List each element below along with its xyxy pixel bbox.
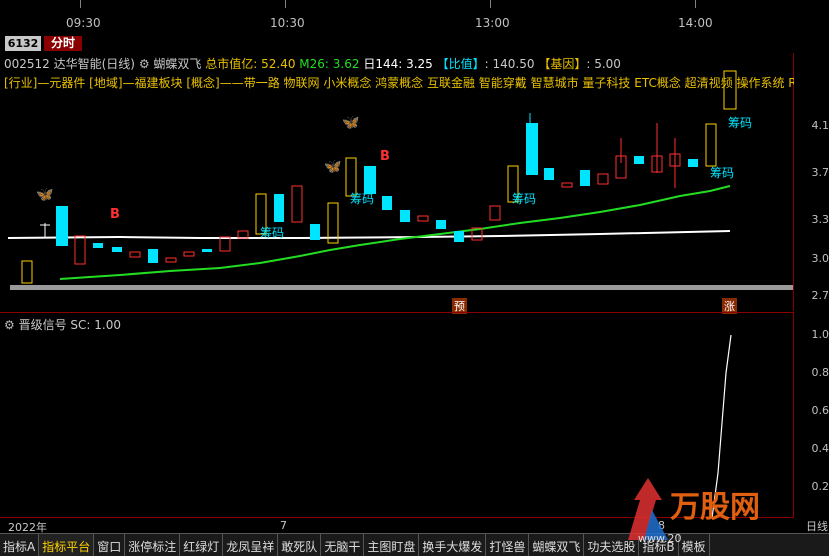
butterfly-icon: 🦋 <box>324 159 342 175</box>
ma144-line <box>8 231 730 238</box>
candle-down <box>544 168 554 180</box>
candle-up <box>75 236 85 264</box>
buy-signal: B <box>110 207 120 222</box>
tab-turnover[interactable]: 换手大爆发 <box>419 534 486 556</box>
stock-code-tag[interactable]: 6132 <box>5 36 41 51</box>
candle-down <box>202 249 212 252</box>
candle-down <box>112 247 122 252</box>
candle-up <box>166 258 176 262</box>
tab-butterfly[interactable]: 蝴蝶双飞 <box>529 534 584 556</box>
candle-down <box>454 231 464 242</box>
watermark-url: www.20 <box>638 532 681 545</box>
chip-label: 筹码 <box>728 114 752 131</box>
candle-down <box>526 123 538 175</box>
candle-up <box>418 216 428 221</box>
price-tick: 3.3 <box>812 213 829 226</box>
candle-up <box>184 252 194 256</box>
tab-dare-squad[interactable]: 敢死队 <box>278 534 321 556</box>
chip-label: 筹码 <box>260 224 284 241</box>
tab-limit-up[interactable]: 涨停标注 <box>125 534 180 556</box>
tab-indicator-a[interactable]: 指标A <box>0 534 39 556</box>
butterfly-icon: 🦋 <box>342 115 360 131</box>
price-tick: 4.1 <box>812 119 829 132</box>
chip-label: 筹码 <box>512 190 536 207</box>
candle-up <box>562 183 572 187</box>
candle-up <box>238 231 248 238</box>
candle-up <box>220 237 230 251</box>
candle-down <box>148 249 158 263</box>
candle-up <box>130 252 140 257</box>
candle-up <box>490 206 500 220</box>
time-tick <box>285 0 286 8</box>
candle-down <box>93 243 103 248</box>
candle-down <box>436 220 446 229</box>
time-label-1300: 13:00 <box>475 16 510 30</box>
time-label-1030: 10:30 <box>270 16 305 30</box>
kline-svg: 🦋 🦋 🦋 <box>0 53 793 311</box>
time-label-1400: 14:00 <box>678 16 713 30</box>
tab-dragon-phoenix[interactable]: 龙凤呈祥 <box>223 534 278 556</box>
tab-indicator-platform[interactable]: 指标平台 <box>39 534 94 556</box>
candle-down <box>400 210 410 222</box>
main-kline-chart[interactable]: 002512 达华智能(日线) ⚙ 蝴蝶双飞 总市值亿: 52.40 M26: … <box>0 53 794 311</box>
sub-tick: 0.4 <box>812 442 829 455</box>
volume-base-band <box>10 285 793 290</box>
tab-main-watch[interactable]: 主图盯盘 <box>364 534 419 556</box>
tab-monster[interactable]: 打怪兽 <box>486 534 529 556</box>
time-tick <box>695 0 696 8</box>
candle-down <box>634 156 644 164</box>
tab-traffic-light[interactable]: 红绿灯 <box>180 534 223 556</box>
price-tick: 3.7 <box>812 166 829 179</box>
price-axis: 4.1 3.7 3.3 3.0 2.7 <box>794 53 829 311</box>
candles <box>22 71 736 283</box>
watermark-brand: 万股网 <box>670 482 760 526</box>
candle-up <box>598 174 608 184</box>
sub-tick: 1.0 <box>812 328 829 341</box>
chip-label: 筹码 <box>710 164 734 181</box>
candle-down <box>310 224 320 240</box>
candle-down <box>56 206 68 246</box>
candle-up <box>706 124 716 166</box>
candle-down <box>580 170 590 186</box>
time-label-0930: 09:30 <box>66 16 101 30</box>
candle-down <box>274 194 284 222</box>
candle-up <box>724 71 736 109</box>
tab-no-brain[interactable]: 无脑干 <box>321 534 364 556</box>
candle-down <box>382 196 392 210</box>
butterfly-icon: 🦋 <box>36 187 54 203</box>
date-month-7: 7 <box>280 519 287 532</box>
time-axis: 09:30 10:30 13:00 14:00 <box>0 0 829 32</box>
watermark-logo: 万股网 www.20 <box>608 470 828 550</box>
time-tick <box>490 0 491 8</box>
price-tick: 2.7 <box>812 289 829 302</box>
sub-tick: 0.6 <box>812 404 829 417</box>
price-tick: 3.0 <box>812 252 829 265</box>
candle-up <box>22 261 32 283</box>
intraday-tab[interactable]: 分时 <box>44 36 82 51</box>
sub-tick: 0.8 <box>812 366 829 379</box>
time-tick <box>80 0 81 8</box>
candle-down <box>688 159 698 167</box>
chip-label: 筹码 <box>350 190 374 207</box>
tab-window[interactable]: 窗口 <box>94 534 125 556</box>
candle-up <box>292 186 302 222</box>
buy-signal: B <box>380 149 390 164</box>
